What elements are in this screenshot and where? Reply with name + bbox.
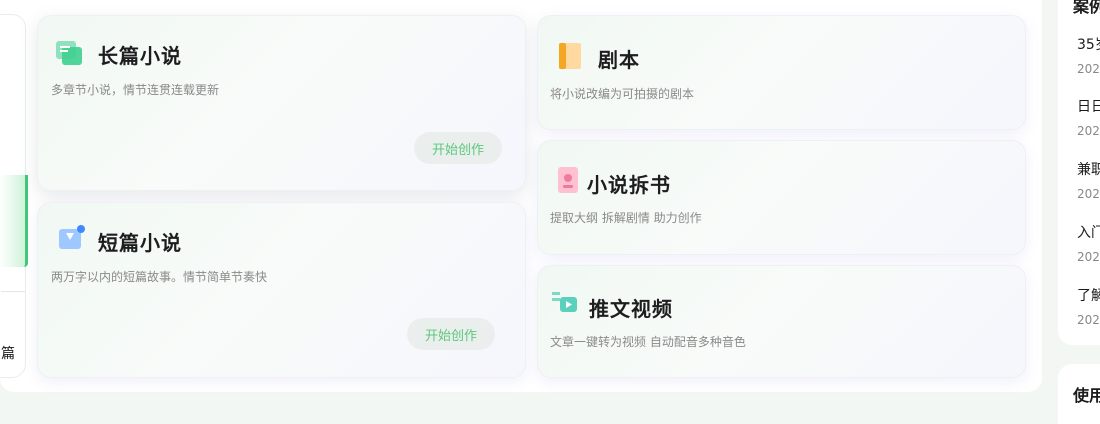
card-script[interactable]: 剧本 将小说改编为可拍摄的剧本 bbox=[537, 15, 1026, 130]
case-title: 入门 bbox=[1077, 225, 1100, 241]
case-title: 35岁 bbox=[1077, 37, 1100, 53]
card-title: 短篇小说 bbox=[98, 231, 182, 255]
case-date: 2025 bbox=[1077, 313, 1100, 327]
case-item[interactable]: 兼职 2025 bbox=[1077, 159, 1100, 201]
creation-panel: 篇 长篇小说 多章节小说，情节连贯连载更新 开始创作 短篇小说 两万字以内的短篇… bbox=[0, 0, 1042, 392]
card-tweet-video[interactable]: 推文视频 文章一键转为视频 自动配音多种音色 bbox=[537, 265, 1026, 378]
case-date: 2025 bbox=[1077, 187, 1100, 201]
card-novel-breakdown[interactable]: 小说拆书 提取大纲 拆解剧情 助力创作 bbox=[537, 140, 1026, 255]
card-title: 推文视频 bbox=[589, 297, 673, 321]
card-desc: 将小说改编为可拍摄的剧本 bbox=[550, 87, 695, 101]
left-card-label: 篇 bbox=[1, 346, 15, 362]
case-title: 兼职 bbox=[1077, 162, 1100, 178]
case-date: 2025 bbox=[1077, 62, 1100, 76]
script-icon bbox=[559, 43, 581, 69]
case-title: 日日 bbox=[1077, 99, 1100, 115]
case-item[interactable]: 了解 2025 bbox=[1077, 285, 1100, 327]
usage-sidebar: 使用 bbox=[1058, 364, 1100, 424]
card-title: 小说拆书 bbox=[587, 173, 671, 197]
case-date: 2025 bbox=[1077, 250, 1100, 264]
case-title: 了解 bbox=[1077, 288, 1100, 304]
card-title: 剧本 bbox=[598, 48, 640, 72]
case-item[interactable]: 入门 2025 bbox=[1077, 222, 1100, 264]
sidebar-title: 案例 bbox=[1073, 0, 1100, 16]
video-icon bbox=[552, 292, 577, 312]
start-creating-button[interactable]: 开始创作 bbox=[407, 318, 495, 350]
divider bbox=[1, 291, 25, 292]
breakdown-icon bbox=[558, 167, 578, 193]
left-category-card[interactable]: 篇 bbox=[0, 14, 28, 378]
start-creating-button[interactable]: 开始创作 bbox=[414, 132, 502, 164]
card-long-novel[interactable]: 长篇小说 多章节小说，情节连贯连载更新 开始创作 bbox=[37, 15, 526, 191]
long-novel-icon bbox=[56, 41, 82, 65]
card-desc: 文章一键转为视频 自动配音多种音色 bbox=[550, 335, 746, 349]
card-title: 长篇小说 bbox=[98, 44, 182, 68]
chart-accent bbox=[0, 175, 28, 267]
case-date: 2025 bbox=[1077, 124, 1100, 138]
card-desc: 多章节小说，情节连贯连载更新 bbox=[51, 83, 220, 97]
case-item[interactable]: 35岁 2025 bbox=[1077, 34, 1100, 76]
case-item[interactable]: 日日 2025 bbox=[1077, 96, 1100, 138]
card-short-novel[interactable]: 短篇小说 两万字以内的短篇故事。情节简单节奏快 开始创作 bbox=[37, 202, 526, 378]
case-sidebar: 案例 35岁 2025 日日 2025 兼职 2025 入门 2025 了解 2… bbox=[1058, 0, 1100, 345]
short-novel-icon bbox=[59, 225, 85, 249]
sidebar-title: 使用 bbox=[1073, 386, 1100, 405]
card-desc: 两万字以内的短篇故事。情节简单节奏快 bbox=[51, 270, 268, 284]
card-desc: 提取大纲 拆解剧情 助力创作 bbox=[550, 211, 702, 225]
